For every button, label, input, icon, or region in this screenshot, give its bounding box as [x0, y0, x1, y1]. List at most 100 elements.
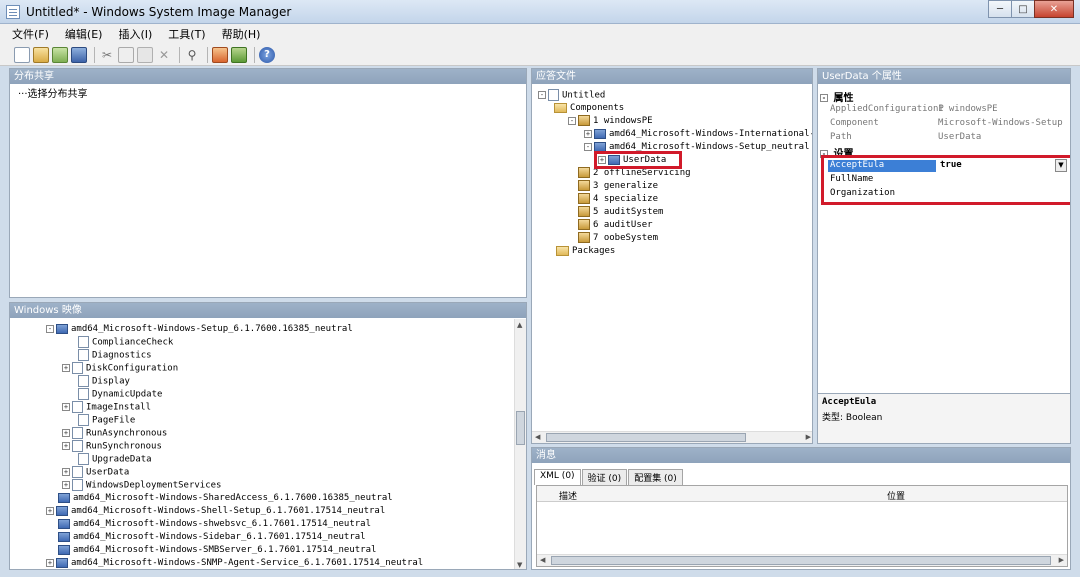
setting-icon	[78, 414, 89, 426]
tree-item-label: 5 auditSystem	[593, 207, 664, 217]
config-pass-icon	[578, 206, 590, 217]
collapse-icon[interactable]: -	[538, 91, 546, 99]
tree-item[interactable]: 3 generalize	[578, 180, 658, 192]
title-bar: Untitled* - Windows System Image Manager…	[0, 0, 1080, 24]
save-icon[interactable]	[71, 46, 87, 63]
prop-component-value: Microsoft-Windows-Setup	[938, 118, 1063, 128]
scroll-thumb[interactable]	[551, 556, 1051, 565]
column-description[interactable]: 描述	[559, 489, 577, 502]
tree-item[interactable]: + amd64_Microsoft-Windows-SNMP-Agent-Serv…	[46, 557, 423, 569]
open-folder-icon[interactable]	[33, 46, 49, 63]
answer-file-hscroll[interactable]: ◀ ▶	[532, 431, 812, 443]
tree-item[interactable]: + amd64_Microsoft-Windows-Shell-Setup_6.1…	[46, 505, 385, 517]
tree-item-label: Display	[92, 376, 130, 387]
tree-item[interactable]: PageFile	[66, 414, 135, 427]
scroll-left-arrow[interactable]: ◀	[540, 556, 545, 564]
collapse-icon[interactable]: -	[584, 142, 592, 151]
menu-insert[interactable]: 插入(I)	[118, 26, 152, 42]
tree-item[interactable]: - Untitled	[538, 89, 605, 102]
tree-item[interactable]: amd64_Microsoft-Windows-shwebsvc_6.1.760…	[46, 518, 371, 530]
tree-item[interactable]: 7 oobeSystem	[578, 232, 658, 244]
menu-file[interactable]: 文件(F)	[12, 26, 49, 42]
scroll-right-arrow[interactable]: ▶	[806, 433, 811, 441]
validate-icon[interactable]	[212, 46, 228, 63]
tree-item[interactable]: 5 auditSystem	[578, 206, 663, 218]
scroll-left-arrow[interactable]: ◀	[535, 433, 540, 441]
tree-item[interactable]: UpgradeData	[66, 453, 152, 466]
tree-item[interactable]: DynamicUpdate	[66, 388, 162, 401]
scroll-thumb[interactable]	[516, 411, 525, 445]
tree-item[interactable]: - amd64_Microsoft-Windows-Setup_6.1.7600.…	[46, 323, 353, 335]
tree-item[interactable]: amd64_Microsoft-Windows-SharedAccess_6.1…	[46, 492, 393, 504]
collapse-icon[interactable]: -	[820, 94, 828, 102]
section-properties[interactable]: - 属性	[820, 89, 853, 104]
maximize-button[interactable]: □	[1011, 0, 1035, 18]
close-button[interactable]: ✕	[1034, 0, 1074, 18]
copy-icon[interactable]	[118, 46, 134, 63]
prop-path[interactable]: Path	[830, 132, 852, 142]
search-icon[interactable]: ⚲	[184, 47, 200, 63]
tree-item[interactable]: + amd64_Microsoft-Windows-International-C…	[584, 128, 812, 140]
tree-item[interactable]: 6 auditUser	[578, 219, 653, 231]
menu-help[interactable]: 帮助(H)	[222, 26, 261, 42]
tree-item-label: ImageInstall	[86, 402, 152, 413]
expand-icon[interactable]: +	[46, 558, 54, 567]
column-position[interactable]: 位置	[887, 489, 905, 502]
collapse-icon[interactable]: -	[46, 324, 54, 333]
tree-item[interactable]: + WindowsDeploymentServices	[62, 479, 221, 492]
menu-tools[interactable]: 工具(T)	[168, 26, 205, 42]
prop-component[interactable]: Component	[830, 118, 879, 128]
tree-item-label: 2 offlineServicing	[593, 168, 691, 178]
expand-icon[interactable]: +	[62, 468, 70, 476]
expand-icon[interactable]: +	[62, 429, 70, 437]
expand-icon[interactable]: +	[62, 442, 70, 450]
expand-icon[interactable]: +	[46, 506, 54, 515]
expand-icon[interactable]: +	[62, 364, 70, 372]
tree-item-label: amd64_Microsoft-Windows-SharedAccess_6.1…	[73, 493, 393, 503]
collapse-icon[interactable]: -	[568, 116, 576, 125]
delete-icon[interactable]: ✕	[156, 47, 172, 63]
menu-edit[interactable]: 编辑(E)	[65, 26, 103, 42]
tree-item[interactable]: + ImageInstall	[62, 401, 151, 414]
toolbar-separator	[179, 46, 180, 63]
tree-item[interactable]: ComplianceCheck	[66, 336, 173, 349]
tree-item[interactable]: amd64_Microsoft-Windows-Sidebar_6.1.7601…	[46, 531, 366, 543]
tree-item[interactable]: + DiskConfiguration	[62, 362, 178, 375]
expand-icon[interactable]: +	[584, 129, 592, 138]
prop-applied-config-value: 1 windowsPE	[938, 104, 998, 114]
tree-item[interactable]: Diagnostics	[66, 349, 152, 362]
tree-item[interactable]: Packages	[556, 245, 615, 257]
tree-item[interactable]: Components	[554, 102, 624, 114]
tab-xml[interactable]: XML (0)	[534, 469, 581, 485]
minimize-button[interactable]: ─	[988, 0, 1012, 18]
tree-item[interactable]: 4 specialize	[578, 193, 658, 205]
new-file-icon[interactable]	[14, 46, 30, 63]
tree-item[interactable]: + RunAsynchronous	[62, 427, 167, 440]
paste-icon[interactable]	[137, 46, 153, 63]
expand-icon[interactable]: +	[62, 403, 70, 411]
open-image-icon[interactable]	[52, 46, 68, 63]
prop-applied-config[interactable]: AppliedConfigurationP	[830, 104, 944, 114]
tree-item[interactable]: amd64_Microsoft-Windows-SMBServer_6.1.76…	[46, 544, 376, 556]
tree-item[interactable]: Display	[66, 375, 130, 388]
messages-hscroll[interactable]: ◀ ▶	[537, 554, 1067, 566]
menu-bar: 文件(F) 编辑(E) 插入(I) 工具(T) 帮助(H)	[0, 24, 1080, 44]
windows-image-pane: Windows 映像 - amd64_Microsoft-Windows-Setu…	[9, 302, 527, 570]
scroll-right-arrow[interactable]: ▶	[1059, 556, 1064, 564]
windows-image-vscroll[interactable]: ▲ ▼	[514, 319, 526, 569]
scroll-thumb[interactable]	[546, 433, 746, 442]
help-icon[interactable]: ?	[259, 46, 275, 63]
scroll-up-arrow[interactable]: ▲	[517, 321, 522, 329]
tree-item[interactable]: - 1 windowsPE	[568, 115, 653, 127]
tree-item[interactable]: + RunSynchronous	[62, 440, 162, 453]
select-distribution-share[interactable]: ···选择分布共享	[18, 89, 88, 101]
cut-icon[interactable]: ✂	[99, 47, 115, 63]
tree-item-label: amd64_Microsoft-Windows-International-Co…	[609, 129, 812, 139]
expand-icon[interactable]: +	[62, 481, 70, 489]
tab-config-set[interactable]: 配置集 (0)	[628, 469, 683, 485]
tab-validation[interactable]: 验证 (0)	[581, 469, 628, 485]
config-set-icon[interactable]	[231, 46, 247, 63]
scroll-down-arrow[interactable]: ▼	[517, 561, 522, 569]
tree-item[interactable]: + UserData	[62, 466, 129, 479]
toolbar-separator	[207, 46, 208, 63]
